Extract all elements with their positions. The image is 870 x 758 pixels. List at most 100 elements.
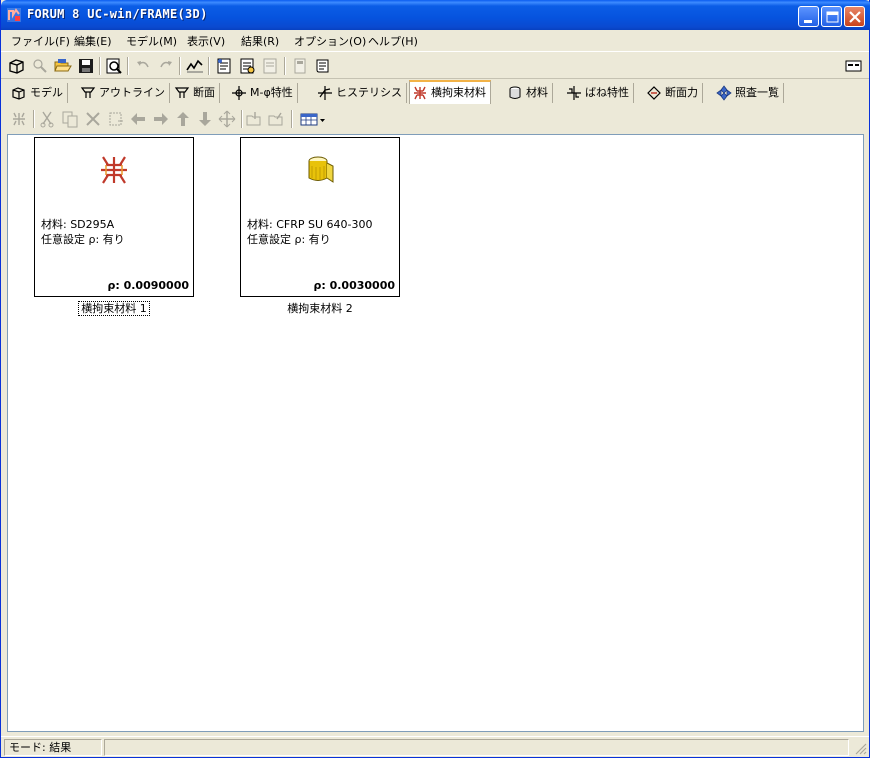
tab-material[interactable]: 材料 — [505, 83, 553, 103]
menu-file[interactable]: ファイル(F) — [11, 33, 70, 49]
export-button[interactable] — [267, 109, 287, 129]
open-button[interactable] — [53, 56, 73, 76]
redo-button[interactable] — [156, 56, 176, 76]
view-mode-dropdown[interactable] — [299, 109, 327, 129]
panel-toggle-button[interactable] — [844, 58, 864, 78]
undo-button[interactable] — [133, 56, 153, 76]
title-bar[interactable]: FORUM 8 UC-win/FRAME(3D) — [1, 0, 870, 30]
arrow-right-disabled-icon — [154, 113, 168, 125]
tab-section-force[interactable]: 断面力 — [644, 83, 703, 103]
tab-label: ばね特性 — [585, 86, 629, 99]
material-list-view[interactable]: 材料: SD295A 任意設定 ρ: 有り ρ: 0.0090000 横拘束材料… — [7, 134, 864, 732]
close-icon — [849, 11, 861, 23]
menu-model[interactable]: モデル(M) — [126, 33, 177, 49]
m-phi-icon — [232, 86, 246, 100]
menu-results[interactable]: 結果(R) — [241, 33, 279, 49]
lateral-restraint-disabled-icon — [13, 112, 25, 126]
forum8-app-icon[interactable] — [7, 8, 21, 22]
cfrp-sheet-icon — [308, 156, 334, 183]
minimize-button[interactable] — [798, 6, 819, 27]
cut-button[interactable] — [37, 109, 57, 129]
resize-grip-icon[interactable] — [853, 741, 867, 755]
delete-button[interactable] — [83, 109, 103, 129]
tab-outline[interactable]: アウトライン — [78, 83, 170, 103]
save-button[interactable] — [76, 56, 96, 76]
move-left-button[interactable] — [128, 109, 148, 129]
menu-bar: ファイル(F) 編集(E) モデル(M) 表示(V) 結果(R) オプション(O… — [1, 30, 869, 50]
move-all-button[interactable] — [217, 109, 237, 129]
undo-disabled-icon — [137, 61, 149, 68]
report-detail-button[interactable] — [237, 56, 257, 76]
toolbar-separator — [33, 110, 35, 128]
paste-disabled-icon — [109, 112, 123, 126]
move-up-button[interactable] — [173, 109, 193, 129]
status-bar: モード: 結果 — [1, 736, 869, 757]
menu-view[interactable]: 表示(V) — [187, 33, 225, 49]
report-export-button[interactable] — [260, 56, 280, 76]
status-panel-empty — [104, 739, 849, 756]
section-icon — [174, 87, 190, 98]
lateral-restraint-icon — [414, 86, 426, 100]
report-detail-icon — [240, 58, 255, 74]
tab-check-list[interactable]: 照査一覧 — [714, 83, 784, 103]
rebar-icon — [101, 156, 127, 184]
new-item-button[interactable] — [9, 109, 29, 129]
tab-lateral-restraint[interactable]: 横拘束材料 — [409, 80, 491, 104]
status-mode: モード: 結果 — [4, 739, 102, 756]
zoom-disabled-icon — [33, 59, 47, 73]
toolbar-separator — [127, 57, 129, 75]
tab-label: 断面 — [193, 86, 215, 99]
cube-icon — [9, 59, 24, 74]
copy-button[interactable] — [60, 109, 80, 129]
editor-toolbar — [5, 104, 867, 134]
card-rho: ρ: 0.0030000 — [313, 279, 395, 292]
panel-icon — [845, 60, 862, 72]
outline-icon — [80, 87, 96, 98]
tab-label: 横拘束材料 — [431, 86, 486, 99]
import-button[interactable] — [245, 109, 265, 129]
tab-section[interactable]: 断面 — [172, 83, 220, 103]
report-button[interactable] — [214, 56, 234, 76]
report-icon — [217, 58, 231, 74]
folder-export-disabled-icon — [268, 112, 283, 126]
report-export-disabled-icon — [263, 58, 277, 74]
menu-options[interactable]: オプション(O) — [294, 33, 366, 49]
material-card-2-caption[interactable]: 横拘束材料 2 — [240, 300, 400, 316]
calculate-button[interactable] — [185, 56, 205, 76]
calculator-button[interactable] — [290, 56, 310, 76]
material-card-2[interactable]: 材料: CFRP SU 640-300 任意設定 ρ: 有り ρ: 0.0030… — [240, 137, 400, 297]
spring-icon — [567, 86, 581, 100]
material-card-1-caption[interactable]: 横拘束材料 1 — [34, 300, 194, 316]
tab-m-phi[interactable]: M-φ特性 — [229, 83, 298, 103]
toolbar-separator — [241, 110, 243, 128]
card-setting: 任意設定 ρ: 有り — [41, 233, 125, 246]
maximize-icon — [826, 11, 839, 23]
toolbar-separator — [99, 57, 101, 75]
maximize-button[interactable] — [821, 6, 842, 27]
floppy-save-icon — [79, 59, 93, 73]
print-preview-icon — [106, 58, 122, 74]
card-material: 材料: CFRP SU 640-300 — [247, 218, 373, 231]
toolbar-separator — [208, 57, 210, 75]
tab-model[interactable]: モデル — [9, 83, 68, 103]
print-preview-button[interactable] — [104, 56, 124, 76]
grid-view-icon — [300, 113, 325, 126]
close-button[interactable] — [844, 6, 865, 27]
material-card-1[interactable]: 材料: SD295A 任意設定 ρ: 有り ρ: 0.0090000 — [34, 137, 194, 297]
tab-hysteresis[interactable]: ヒステリシス — [315, 83, 407, 103]
move-right-button[interactable] — [151, 109, 171, 129]
calculation-graph-icon — [186, 59, 203, 73]
material-icon — [509, 86, 521, 99]
move-down-button[interactable] — [195, 109, 215, 129]
section-force-icon — [647, 86, 661, 100]
help-scroll-button[interactable] — [313, 56, 333, 76]
new-model-button[interactable] — [7, 56, 27, 76]
card-caption-label: 横拘束材料 1 — [78, 301, 150, 316]
zoom-button[interactable] — [30, 56, 50, 76]
tab-spring[interactable]: ばね特性 — [564, 83, 634, 103]
menu-edit[interactable]: 編集(E) — [74, 33, 112, 49]
tab-label: アウトライン — [99, 86, 165, 99]
card-rho: ρ: 0.0090000 — [107, 279, 189, 292]
menu-help[interactable]: ヘルプ(H) — [368, 33, 418, 49]
paste-button[interactable] — [106, 109, 126, 129]
